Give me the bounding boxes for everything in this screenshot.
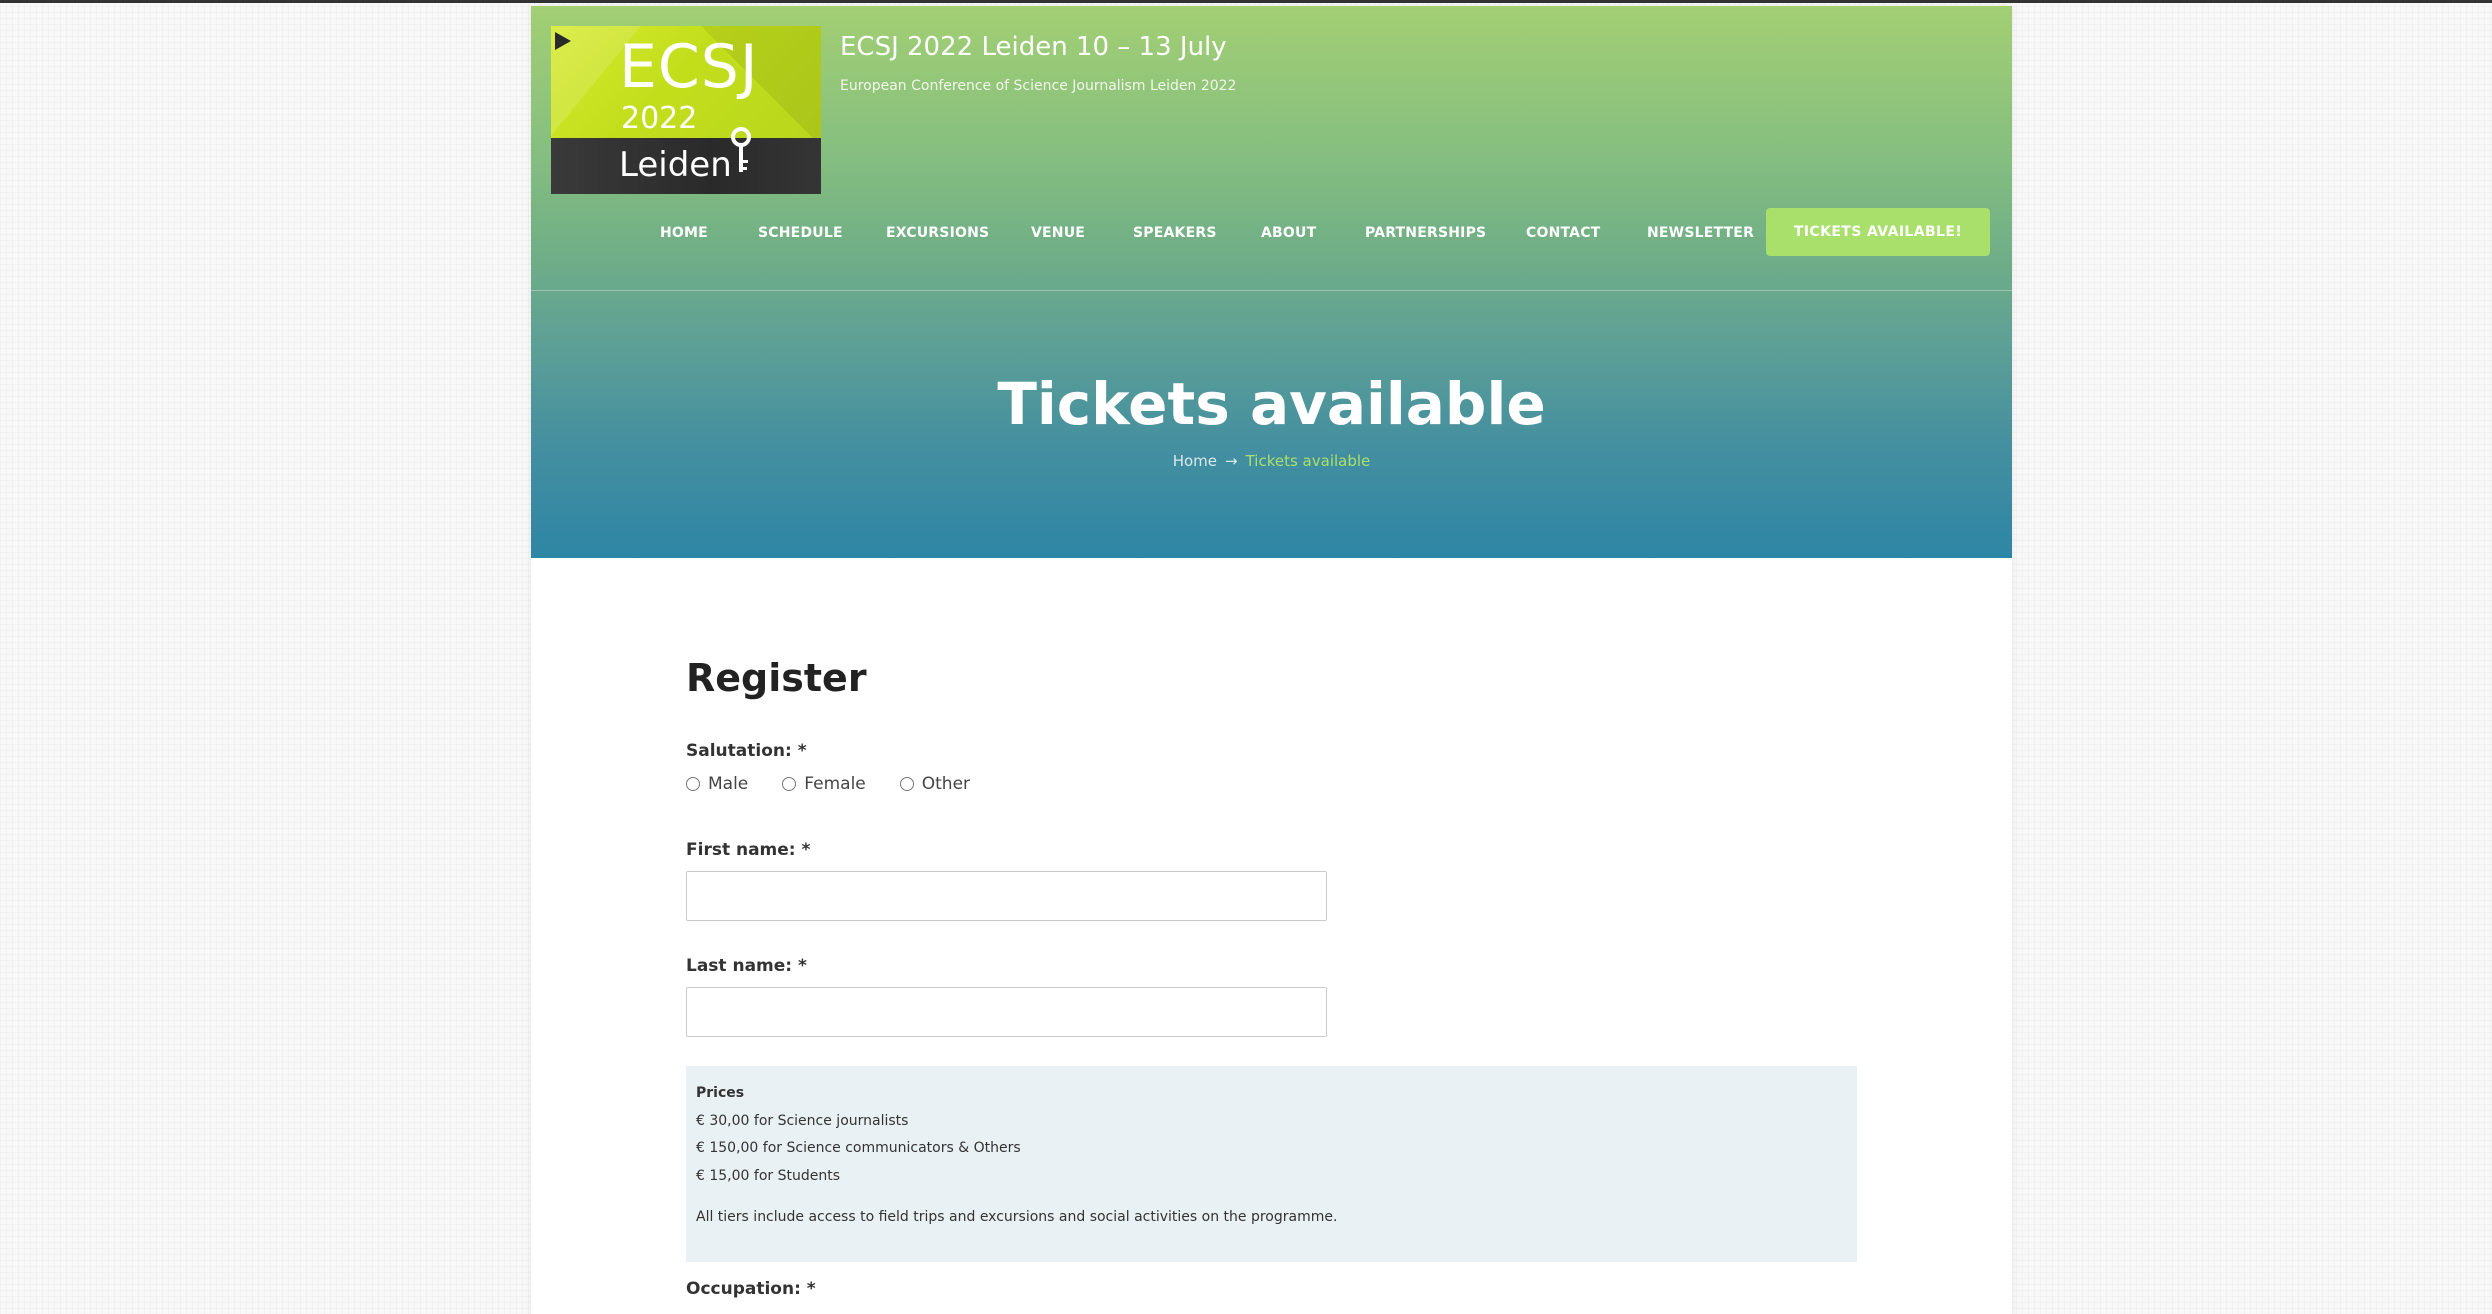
radio-label-other: Other [921,774,971,794]
prices-title: Prices [696,1085,745,1101]
radio-label-male: Male [708,774,749,794]
logo-triangle-icon [555,32,571,50]
site-logo[interactable]: ECSJ 2022 Leiden [551,26,821,194]
nav-about[interactable]: ABOUT [1261,225,1316,241]
nav-schedule[interactable]: SCHEDULE [758,225,843,241]
price-line: € 30,00 for Science journalists [696,1112,909,1129]
salutation-radio-group: Male Female Other [686,774,1004,794]
register-heading: Register [686,656,867,700]
nav-venue[interactable]: VENUE [1031,225,1085,241]
radio-circle-icon[interactable] [782,777,797,791]
page-title: Tickets available [997,370,1546,438]
breadcrumb: Home → Tickets available [531,452,2012,470]
first-name-label: First name: * [686,840,811,860]
last-name-label: Last name: * [686,956,807,976]
breadcrumb-current: Tickets available [1245,452,1371,470]
salutation-female-radio[interactable]: Female [782,774,866,794]
logo-text-city: Leiden [619,145,732,185]
last-name-field[interactable] [686,987,1327,1037]
nav-excursions[interactable]: EXCURSIONS [886,225,989,241]
radio-circle-icon[interactable] [686,777,700,791]
key-icon [731,127,751,172]
breadcrumb-arrow-icon: → [1225,452,1238,470]
salutation-male-radio[interactable]: Male [686,774,748,794]
nav-partnerships[interactable]: PARTNERSHIPS [1365,225,1486,241]
header-divider [531,290,2012,291]
radio-circle-icon[interactable] [899,777,914,791]
price-line: € 15,00 for Students [696,1167,840,1184]
salutation-other-radio[interactable]: Other [899,774,971,794]
radio-label-female: Female [804,774,866,794]
page-wrapper: ECSJ 2022 Leiden ECSJ 2022 Leiden 10 – 1… [531,6,2012,1314]
site-tagline: European Conference of Science Journalis… [840,78,1237,94]
tickets-available-button[interactable]: TICKETS AVAILABLE! [1766,208,1990,256]
nav-contact[interactable]: CONTACT [1526,225,1600,241]
prices-note: All tiers include access to field trips … [696,1209,1338,1225]
nav-speakers[interactable]: SPEAKERS [1133,225,1217,241]
logo-text-ecsj: ECSJ [619,32,759,102]
header-hero: ECSJ 2022 Leiden ECSJ 2022 Leiden 10 – 1… [531,6,2012,558]
prices-info-box: Prices € 30,00 for Science journalists €… [686,1066,1857,1262]
breadcrumb-home-link[interactable]: Home [1173,452,1217,470]
site-title[interactable]: ECSJ 2022 Leiden 10 – 13 July [840,32,1227,62]
nav-home[interactable]: HOME [660,225,708,241]
occupation-label: Occupation: * [686,1279,816,1299]
salutation-label: Salutation: * [686,741,807,761]
first-name-field[interactable] [686,871,1327,921]
price-line: € 150,00 for Science communicators & Oth… [696,1140,1021,1156]
logo-text-year: 2022 [621,101,698,136]
nav-newsletter[interactable]: NEWSLETTER [1647,225,1754,241]
main-nav: HOME SCHEDULE EXCURSIONS VENUE SPEAKERS … [531,208,2012,258]
